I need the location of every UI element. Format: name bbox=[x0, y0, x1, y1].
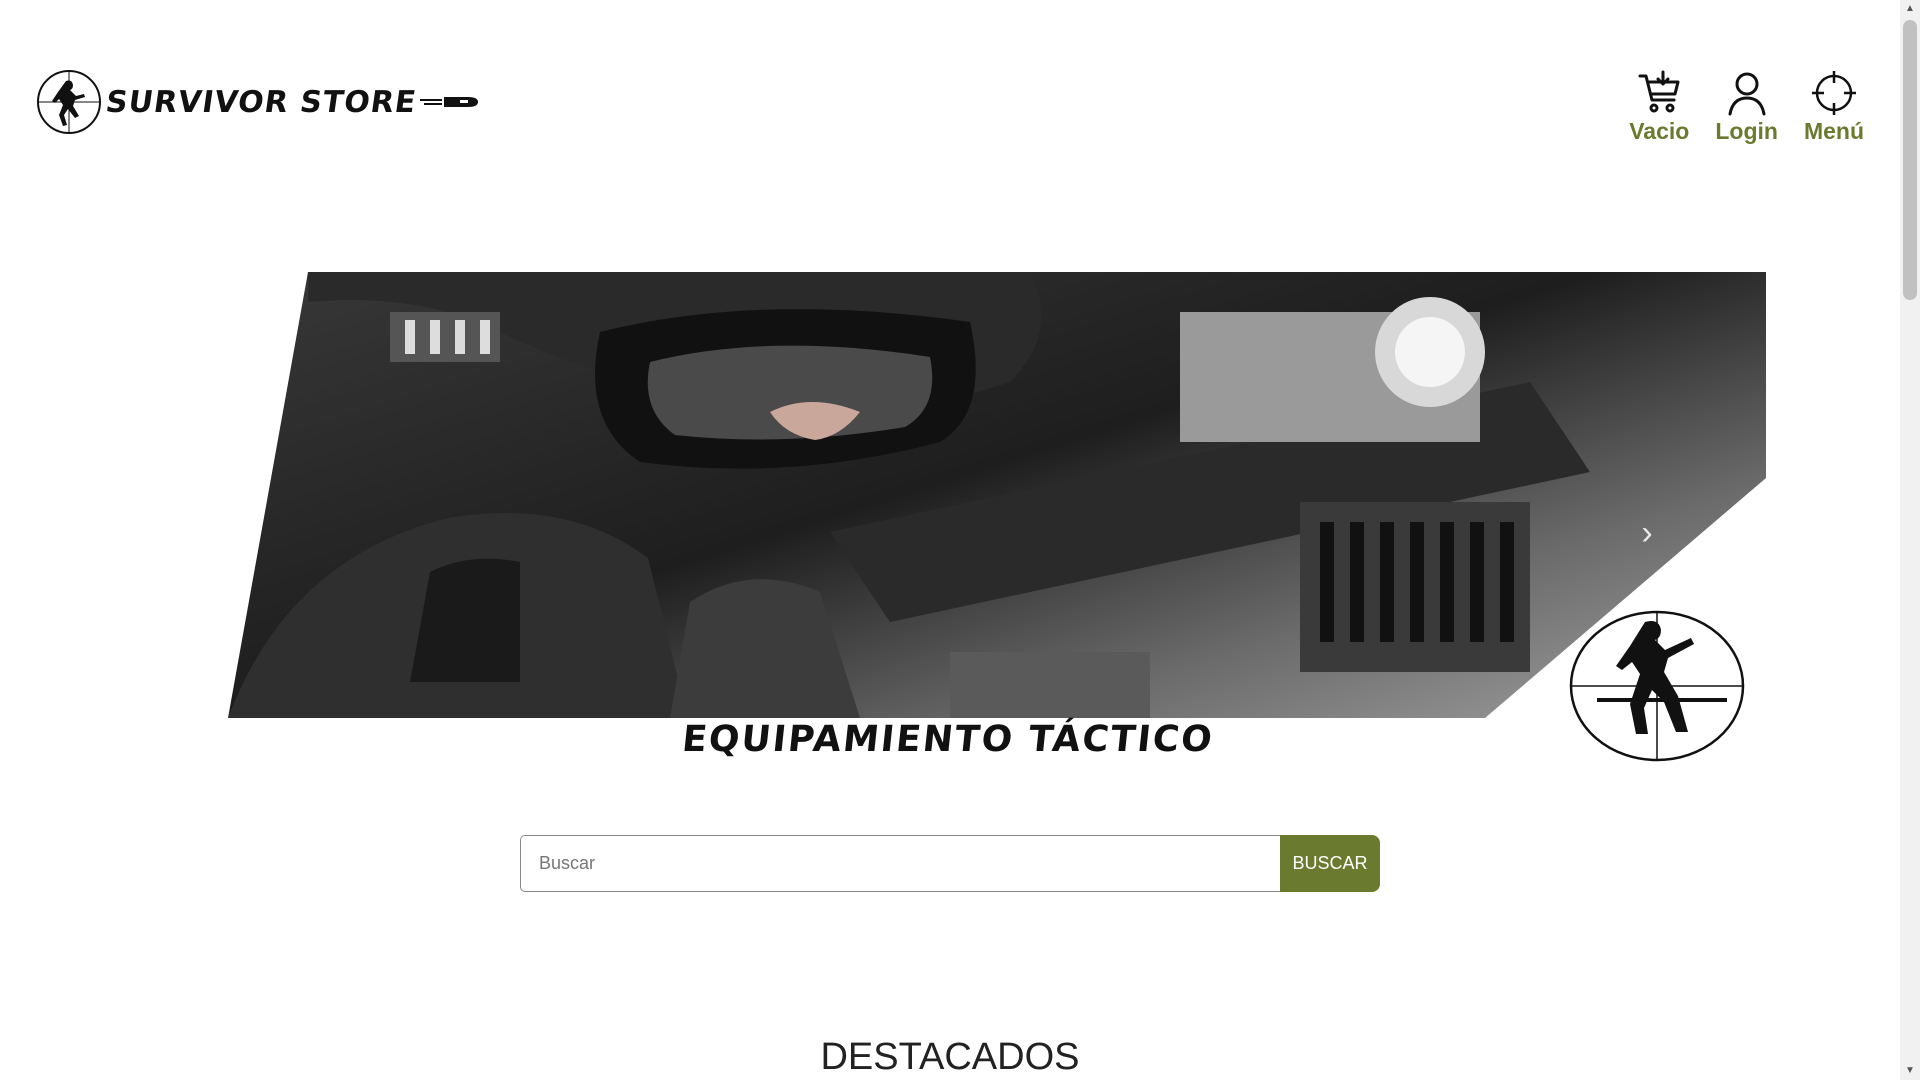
cart-button[interactable]: Vacio bbox=[1629, 70, 1689, 145]
search-button[interactable]: BUSCAR bbox=[1280, 835, 1380, 892]
hero-title: EQUIPAMIENTO TÁCTICO bbox=[680, 719, 1216, 760]
user-icon bbox=[1728, 72, 1766, 116]
hero-carousel: › EQUIPAMIENTO TÁCTICO bbox=[130, 272, 1766, 792]
featured-section-title: DESTACADOS bbox=[820, 1036, 1080, 1078]
bullet-icon bbox=[420, 97, 479, 107]
crosshair-icon bbox=[1811, 71, 1856, 115]
chevron-right-icon: › bbox=[1641, 514, 1653, 552]
menu-label: Menú bbox=[1803, 118, 1864, 144]
scroll-down-icon[interactable]: ▼ bbox=[1900, 1062, 1920, 1080]
login-label: Login bbox=[1715, 118, 1778, 144]
soldier-emblem-icon bbox=[37, 70, 101, 134]
logo-text: SURVIVOR STORE bbox=[103, 84, 419, 120]
hero-banner-image bbox=[228, 272, 1766, 718]
cart-icon bbox=[1638, 70, 1680, 113]
header-nav: Vacio Login Menú bbox=[1629, 70, 1864, 145]
login-button[interactable]: Login bbox=[1715, 70, 1778, 145]
search-input[interactable] bbox=[520, 835, 1280, 892]
cart-label: Vacio bbox=[1629, 118, 1690, 144]
scroll-thumb[interactable] bbox=[1903, 20, 1917, 300]
scroll-up-icon[interactable]: ▲ bbox=[1900, 0, 1920, 18]
carousel-next-button[interactable]: › bbox=[1632, 508, 1662, 558]
page-scrollbar[interactable]: ▲ ▼ bbox=[1900, 0, 1920, 1080]
store-logo[interactable]: SURVIVOR STORE bbox=[36, 68, 480, 136]
menu-button[interactable]: Menú bbox=[1804, 70, 1864, 145]
search-form: BUSCAR bbox=[520, 835, 1380, 892]
